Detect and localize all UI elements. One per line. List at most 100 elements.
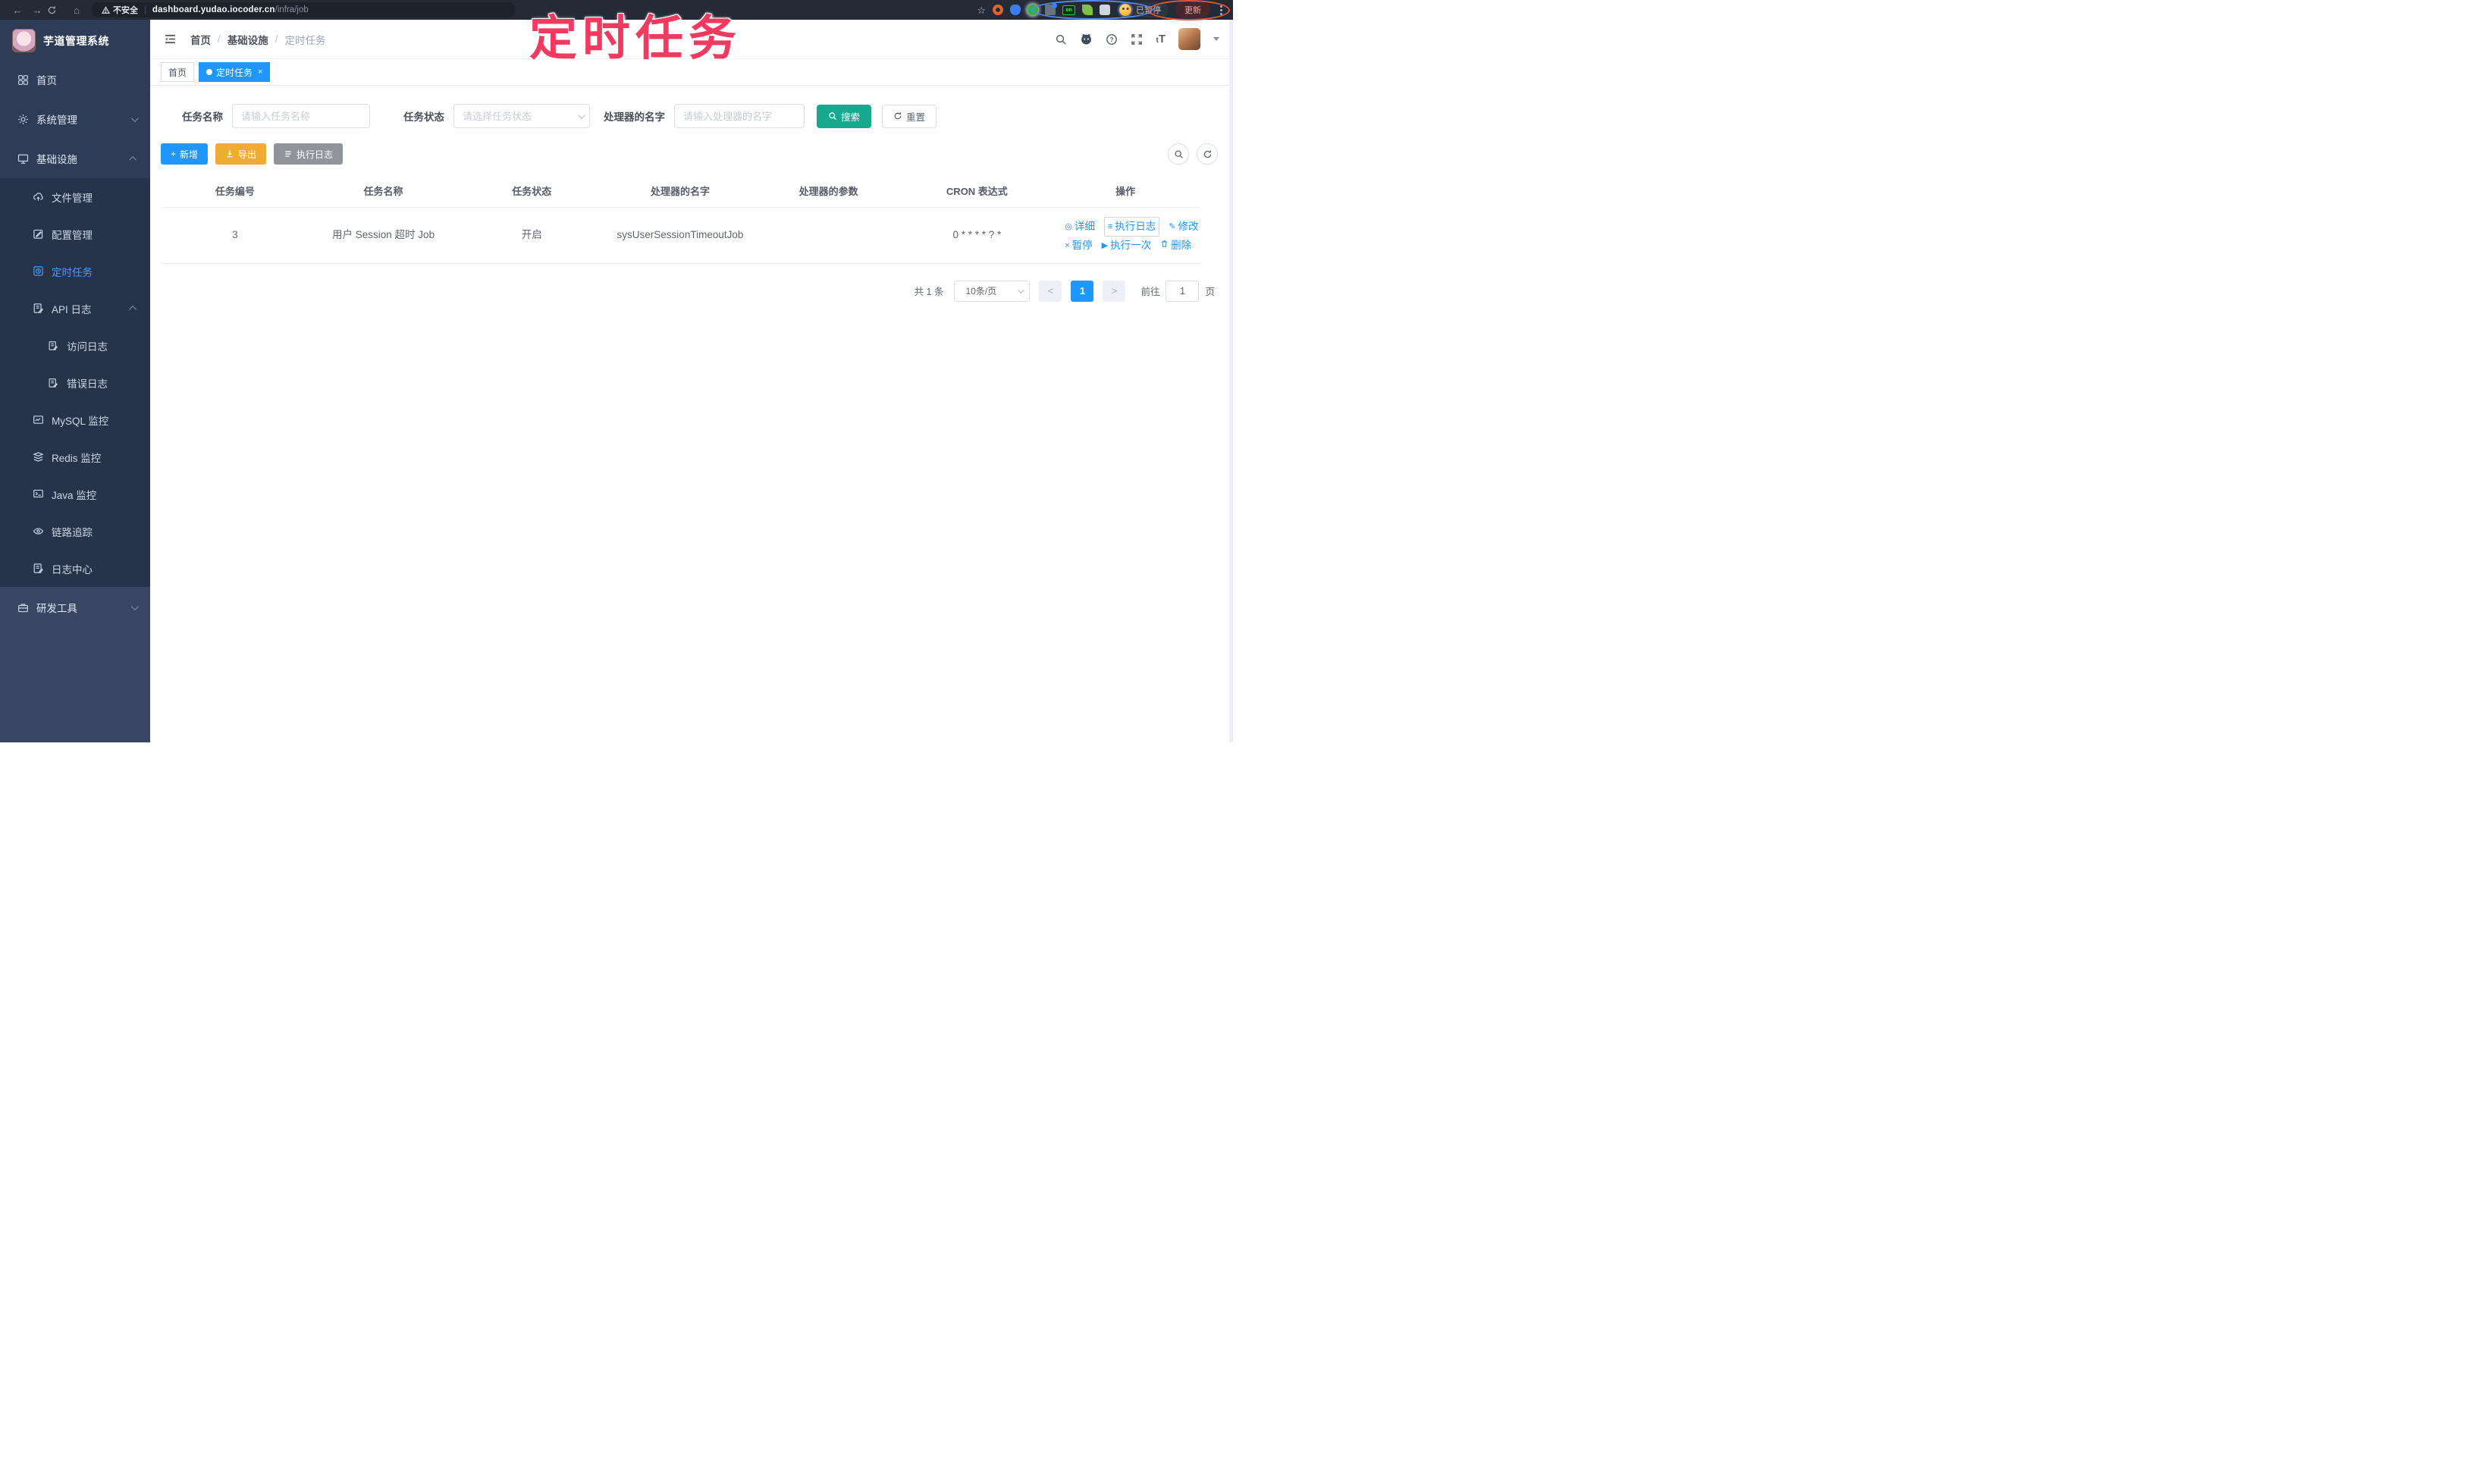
github-icon[interactable] bbox=[1080, 33, 1093, 45]
sidebar-item-job[interactable]: 定时任务 bbox=[0, 253, 150, 290]
user-avatar[interactable] bbox=[1178, 28, 1200, 50]
security-label: 不安全 bbox=[113, 6, 138, 15]
task-status-label: 任务状态 bbox=[403, 111, 444, 123]
breadcrumb-infra[interactable]: 基础设施 bbox=[227, 32, 268, 47]
extension-icon[interactable] bbox=[1010, 5, 1021, 15]
window-scrollbar[interactable] bbox=[1229, 20, 1233, 742]
goto-label: 前往 bbox=[1140, 287, 1160, 297]
help-icon[interactable]: ? bbox=[1106, 33, 1118, 45]
sidebar-item-api-log[interactable]: API 日志 bbox=[0, 290, 150, 327]
cell-handler-name: sysUserSessionTimeoutJob bbox=[606, 207, 755, 264]
forward-icon[interactable]: → bbox=[27, 5, 47, 16]
sidebar-item-redis[interactable]: Redis 监控 bbox=[0, 438, 150, 475]
back-icon[interactable]: ← bbox=[8, 5, 27, 16]
delete-link[interactable]: 删除 bbox=[1160, 237, 1191, 254]
extension-icon[interactable] bbox=[1028, 5, 1038, 15]
home-icon[interactable]: ⌂ bbox=[67, 5, 86, 16]
view-icon: ◎ bbox=[1065, 221, 1072, 231]
sidebar-item-mysql[interactable]: MySQL 监控 bbox=[0, 401, 150, 438]
font-size-icon[interactable]: tT bbox=[1156, 33, 1166, 45]
sidebar-item-home[interactable]: 首页 bbox=[0, 60, 150, 99]
handler-name-input[interactable] bbox=[674, 104, 805, 128]
sidebar-collapse-icon[interactable] bbox=[164, 33, 177, 45]
doc-pencil-icon bbox=[47, 377, 59, 389]
sidebar-item-devtools[interactable]: 研发工具 bbox=[0, 587, 150, 628]
edit-link[interactable]: ✎ 修改 bbox=[1169, 218, 1198, 235]
sidebar-item-access-log[interactable]: 访问日志 bbox=[0, 327, 150, 364]
sidebar-item-label: 系统管理 bbox=[36, 115, 77, 126]
add-button[interactable]: + 新增 bbox=[161, 143, 209, 165]
sidebar-item-system[interactable]: 系统管理 bbox=[0, 99, 150, 139]
task-name-input[interactable] bbox=[232, 104, 370, 128]
search-button[interactable]: 搜索 bbox=[817, 104, 872, 128]
sidebar-item-java[interactable]: Java 监控 bbox=[0, 475, 150, 513]
emoji-avatar-icon bbox=[1119, 4, 1131, 16]
run-once-link[interactable]: ▶ 执行一次 bbox=[1102, 237, 1151, 254]
pencil-icon: ✎ bbox=[1169, 221, 1176, 231]
total-count: 共 1 条 bbox=[914, 287, 944, 297]
profile-paused-chip[interactable]: 已暂停 bbox=[1117, 2, 1169, 17]
sidebar-submenu-infra: 文件管理 配置管理 定时任务 API 日志 访问日志 错误日志 MySQL 监控… bbox=[0, 178, 150, 587]
active-tab-dot bbox=[206, 69, 213, 75]
bookmark-star-icon[interactable]: ☆ bbox=[977, 5, 986, 15]
breadcrumb-separator: / bbox=[218, 33, 221, 45]
sidebar-item-config[interactable]: 配置管理 bbox=[0, 215, 150, 253]
chevron-down-icon bbox=[1018, 286, 1025, 293]
extension-on-badge[interactable]: on bbox=[1062, 5, 1075, 15]
pause-link[interactable]: × 暂停 bbox=[1065, 237, 1092, 254]
refresh-button[interactable] bbox=[1197, 143, 1218, 165]
detail-link[interactable]: ◎ 详细 bbox=[1065, 218, 1095, 235]
sidebar-item-infra[interactable]: 基础设施 bbox=[0, 139, 150, 178]
app-logo-row[interactable]: 芋道管理系统 bbox=[0, 20, 150, 60]
reload-icon[interactable] bbox=[47, 5, 67, 15]
app-window: 芋道管理系统 首页 系统管理 基础设施 文件管理 配置管理 定时任务 API 日… bbox=[0, 20, 1233, 742]
tab-home[interactable]: 首页 bbox=[161, 62, 195, 82]
security-warning[interactable]: 不安全 bbox=[102, 4, 138, 16]
reset-button-label: 重置 bbox=[906, 111, 926, 123]
sidebar-item-file[interactable]: 文件管理 bbox=[0, 178, 150, 215]
col-cron: CRON 表达式 bbox=[902, 175, 1052, 208]
goto-page: 前往 页 bbox=[1140, 280, 1215, 302]
chevron-down-icon bbox=[130, 602, 139, 610]
search-icon[interactable] bbox=[1055, 33, 1067, 45]
browser-update-button[interactable]: 更新 bbox=[1175, 2, 1210, 18]
tab-job[interactable]: 定时任务 × bbox=[199, 62, 271, 82]
exec-log-link[interactable]: ≡ 执行日志 bbox=[1103, 216, 1160, 237]
trash-icon bbox=[1160, 237, 1169, 254]
sidebar-item-tracing[interactable]: 链路追踪 bbox=[0, 513, 150, 550]
pause-icon: × bbox=[1065, 240, 1070, 250]
extension-icon[interactable] bbox=[1082, 5, 1093, 15]
close-icon[interactable]: × bbox=[258, 67, 262, 77]
table-row[interactable]: 3 用户 Session 超时 Job 开启 sysUserSessionTim… bbox=[161, 207, 1200, 264]
sidebar-item-log-center[interactable]: 日志中心 bbox=[0, 550, 150, 587]
col-actions: 操作 bbox=[1051, 175, 1200, 208]
toggle-search-button[interactable] bbox=[1168, 143, 1189, 165]
extensions-puzzle-icon[interactable] bbox=[1100, 5, 1110, 15]
address-bar[interactable]: 不安全 | dashboard.yudao.iocoder.cn/infra/j… bbox=[91, 2, 516, 17]
goto-page-input[interactable] bbox=[1166, 280, 1200, 302]
col-job-status: 任务状态 bbox=[457, 175, 607, 208]
table-toolbar: + 新增 导出 执行日志 bbox=[161, 143, 1218, 165]
page-unit-label: 页 bbox=[1205, 287, 1215, 297]
user-menu-caret-icon[interactable] bbox=[1213, 37, 1219, 41]
current-page-button[interactable]: 1 bbox=[1071, 280, 1094, 302]
add-button-label: 新增 bbox=[180, 149, 199, 160]
task-status-select-input[interactable] bbox=[453, 104, 590, 128]
fullscreen-icon[interactable] bbox=[1131, 33, 1143, 45]
exec-log-button[interactable]: 执行日志 bbox=[274, 143, 344, 165]
next-page-button[interactable]: > bbox=[1103, 280, 1126, 302]
job-table: 任务编号 任务名称 任务状态 处理器的名字 处理器的参数 CRON 表达式 操作… bbox=[161, 175, 1200, 264]
sidebar-item-error-log[interactable]: 错误日志 bbox=[0, 364, 150, 401]
sidebar-item-label: 基础设施 bbox=[36, 154, 77, 165]
extension-icon[interactable] bbox=[1045, 3, 1057, 15]
reset-button[interactable]: 重置 bbox=[882, 104, 937, 128]
list-icon: ≡ bbox=[1107, 221, 1113, 231]
breadcrumb-home[interactable]: 首页 bbox=[190, 32, 211, 47]
task-status-select[interactable] bbox=[453, 104, 590, 128]
browser-menu-icon[interactable] bbox=[1217, 5, 1225, 15]
extension-icon[interactable] bbox=[993, 5, 1003, 15]
export-button[interactable]: 导出 bbox=[215, 143, 267, 165]
prev-page-button[interactable]: < bbox=[1039, 280, 1062, 302]
page-size-select[interactable]: 10条/页 bbox=[954, 280, 1031, 302]
pagination: 共 1 条 10条/页 < 1 > 前往 页 bbox=[161, 280, 1215, 302]
